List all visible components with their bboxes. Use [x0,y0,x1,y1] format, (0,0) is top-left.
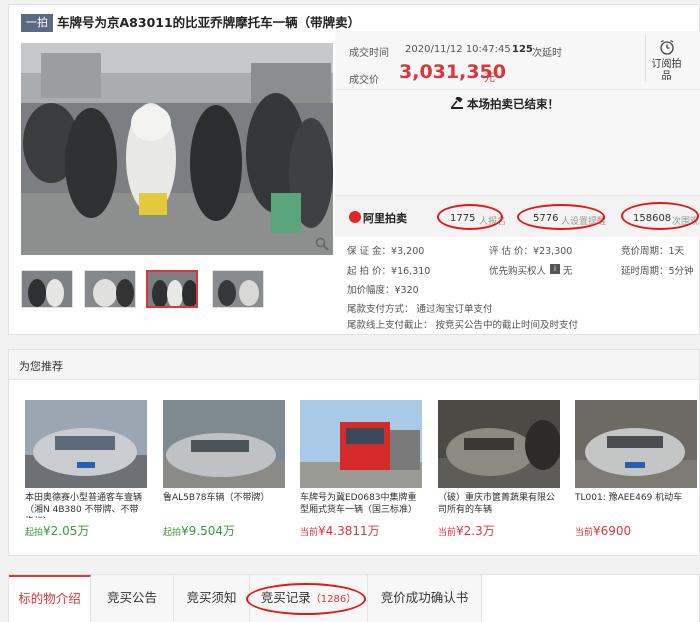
alibaba-auction-logo-icon [349,211,361,223]
subscribe-label: 订阅拍品 [651,59,682,82]
recommendations-title: 为您推荐 [19,360,63,373]
recommend-item-image[interactable] [575,400,697,488]
recommend-price-label: 当前 [300,528,319,538]
tab-instructions[interactable]: 竞买须知 [174,575,250,622]
motorcycles-photo [21,43,333,255]
annotation-circle [621,202,699,230]
annotation-circle [437,204,503,230]
lot-card: 一拍 车牌号为京A83011的比亚乔牌摩托车一辆（带牌卖） 成交时间 2020/… [8,4,700,335]
recommend-price-value: ¥9.504万 [181,524,236,538]
recommend-item[interactable]: 鲁AL5B78车辆（不带牌） 起拍¥9.504万 [163,400,285,539]
annotation-circle [517,204,605,230]
deal-price-label: 成交价 [349,75,379,86]
recommend-item-image[interactable] [300,400,422,488]
recommend-price-value: ¥4.3811万 [318,524,380,538]
recommend-price-label: 当前 [575,528,594,538]
recommend-item-name[interactable]: （破）重庆市篋菁蔬果有限公司所有的车辆 [438,492,560,518]
deal-info: 成交时间 2020/11/12 10:47:45 125 次延时 成交价 3,0… [335,31,700,89]
starting-price: 起 拍 价：¥16,310 [347,266,431,277]
appraisal-price: 评 估 价：¥23,300 [489,246,573,257]
delay-count: 125 [512,44,533,55]
thumbnail-1[interactable] [21,270,73,308]
recommend-item[interactable]: （破）重庆市篋菁蔬果有限公司所有的车辆 当前¥2.3万 [438,400,560,539]
recommend-item[interactable]: 车牌号为冀ED0683中集牌重型厢式货车一辆（国三标准） 当前¥4.3811万 [300,400,422,539]
priority-buyer-value: 无 [563,266,573,277]
auction-round-tag: 一拍 [21,14,53,32]
subscribe-button[interactable]: 订阅拍品 [645,35,687,82]
thumbnail-2[interactable] [84,270,136,308]
auction-status: 本场拍卖已结束！ [335,89,700,195]
balance-payment-method: 尾款支付方式： 通过淘宝订单支付 [347,304,493,315]
recommend-item-image[interactable] [25,400,147,488]
annotation-circle [246,583,366,615]
tab-item-intro[interactable]: 标的物介绍 [9,575,91,622]
bid-increment: 加价幅度：¥320 [347,285,419,296]
auction-details: 保 证 金：¥3,200 评 估 价：¥23,300 竞价周期：1天 起 拍 价… [335,237,700,332]
recommend-price-label: 起拍 [25,528,44,538]
balance-payment-deadline: 尾款线上支付截止： 按竞买公告中的截止时间及时支付 [347,320,579,331]
recommend-item-name[interactable]: 本田奥德赛小型普通客车壹辆（湘N 4B380 不带牌、不带指标） [25,492,147,518]
lot-title: 车牌号为京A83011的比亚乔牌摩托车一辆（带牌卖） [57,15,361,30]
bidding-cycle: 竞价周期：1天 [621,246,685,257]
deposit: 保 证 金：¥3,200 [347,246,425,257]
auction-ended-text: 本场拍卖已结束！ [467,97,559,111]
tab-announcement[interactable]: 竞买公告 [91,575,174,622]
recommend-item-name[interactable]: 鲁AL5B78车辆（不带牌） [163,492,285,518]
recommendations: 为您推荐 本田奥德赛小型普通客车壹辆（湘N 4B380 不带牌、不带指标） 起拍… [8,349,700,556]
recommend-item[interactable]: TL001: 豫AEE469 机动车 当前¥6900 [575,400,697,539]
tab-bid-records[interactable]: 竞买记录（1286） [246,575,368,622]
delay-label: 次延时 [532,48,562,59]
deal-time-label: 成交时间 [349,48,389,59]
recommend-price-label: 当前 [438,528,457,538]
recommendations-header: 为您推荐 [9,350,699,380]
platform-name: 阿里拍卖 [363,212,407,225]
recommend-price-value: ¥6900 [593,524,632,538]
recommend-item-image[interactable] [163,400,285,488]
recommend-price-label: 起拍 [163,528,182,538]
recommend-price-value: ¥2.05万 [43,524,90,538]
alarm-clock-icon [659,39,674,55]
main-photo[interactable] [21,43,333,255]
info-icon[interactable]: i [550,264,560,274]
recommend-price-value: ¥2.3万 [456,524,495,538]
delay-cycle: 延时周期：5分钟 [621,266,694,277]
recommend-item-name[interactable]: TL001: 豫AEE469 机动车 [575,492,697,518]
deal-time-value: 2020/11/12 10:47:45 [405,44,511,55]
detail-tabs: 标的物介绍 竞买公告 竞买须知 竞买记录（1286） 竞价成功确认书 [8,574,700,622]
thumbnail-3[interactable] [146,270,198,308]
tab-confirmation[interactable]: 竞价成功确认书 [368,575,482,622]
recommend-item-name[interactable]: 车牌号为冀ED0683中集牌重型厢式货车一辆（国三标准） [300,492,422,518]
priority-buyer-label: 优先购买权人 [489,266,547,277]
platform-stats: 阿里拍卖 1775 人报名 5776 人设置提醒 158608 次围观 [335,195,700,237]
recommend-item-image[interactable] [438,400,560,488]
gavel-icon [451,97,463,109]
recommend-item[interactable]: 本田奥德赛小型普通客车壹辆（湘N 4B380 不带牌、不带指标） 起拍¥2.05… [25,400,147,539]
thumbnail-4[interactable] [212,270,264,308]
deal-price-unit: 元 [484,71,495,84]
zoom-icon[interactable] [315,237,329,251]
